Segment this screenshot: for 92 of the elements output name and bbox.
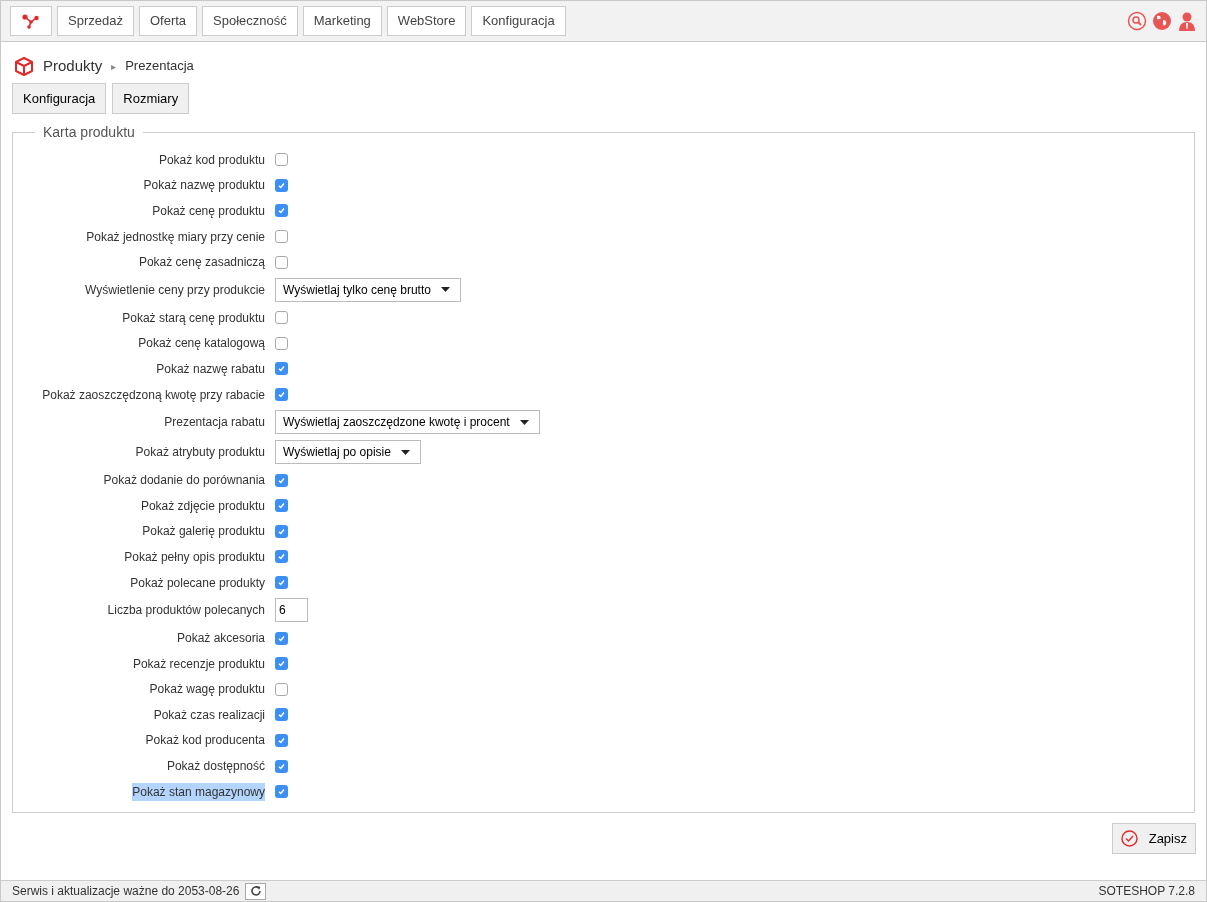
field-label: Pokaż nazwę rabatu [156, 360, 265, 378]
caret-icon [400, 449, 410, 455]
checkbox[interactable] [275, 657, 288, 671]
checkmark-icon [277, 526, 286, 536]
dropdown[interactable]: Wyświetlaj po opisie [275, 440, 421, 465]
checkbox[interactable] [275, 178, 288, 192]
checkmark-icon [277, 475, 286, 485]
dropdown[interactable]: Wyświetlaj zaoszczędzone kwotę i procent [275, 410, 540, 435]
field-label: Pokaż dodanie do porównania [103, 472, 265, 490]
checkbox[interactable] [275, 311, 288, 325]
checkbox[interactable] [275, 631, 288, 645]
user-icon[interactable] [1177, 11, 1197, 31]
checkbox[interactable] [275, 255, 288, 269]
field-label: Pokaż kod producenta [145, 732, 265, 750]
checkbox[interactable] [275, 153, 288, 167]
field-label: Pokaż stan magazynowy [132, 782, 265, 801]
subtab-button[interactable]: Konfiguracja [12, 83, 107, 114]
globe-icon[interactable] [1152, 11, 1172, 31]
cube-icon [14, 55, 34, 77]
field-label: Pokaż akcesoria [176, 630, 265, 648]
nav-tab[interactable]: Konfiguracja [471, 6, 566, 36]
checkbox[interactable] [275, 336, 288, 350]
checkmark-icon [277, 659, 286, 669]
checkbox[interactable] [275, 499, 288, 513]
checkbox[interactable] [275, 204, 288, 218]
checkbox[interactable] [275, 550, 288, 564]
checkmark-icon [277, 390, 286, 400]
refresh-icon [249, 885, 262, 897]
field-label: Pokaż zdjęcie produktu [140, 497, 265, 515]
checkbox[interactable] [275, 473, 288, 487]
field-label: Pokaż recenzje produktu [132, 655, 265, 673]
breadcrumb-separator: ▸ [111, 59, 117, 74]
save-button[interactable]: Zapisz [1111, 823, 1196, 855]
field-label: Pokaż nazwę produktu [143, 177, 265, 195]
field-label: Pokaż cenę zasadniczą [138, 254, 265, 272]
checkmark-icon [277, 736, 286, 745]
checkmark-icon [277, 180, 286, 190]
search-icon[interactable] [1127, 11, 1147, 31]
caret-icon [440, 287, 450, 293]
field-label: Pokaż kod produktu [158, 151, 265, 169]
field-label: Pokaż atrybuty produktu [135, 444, 265, 462]
field-label: Pokaż czas realizacji [153, 706, 265, 724]
checkmark-icon [277, 633, 286, 643]
field-label: Pokaż cenę katalogową [138, 335, 265, 353]
breadcrumb-page: Prezentacja [125, 57, 194, 76]
number-field[interactable]: 6 [275, 598, 308, 623]
field-label: Pokaż galerię produktu [142, 523, 265, 541]
checkbox[interactable] [275, 785, 288, 799]
checkbox[interactable] [275, 230, 288, 244]
checkmark-icon [277, 501, 286, 511]
field-label: Prezentacja rabatu [164, 414, 265, 432]
breadcrumb-section[interactable]: Produkty [43, 54, 103, 78]
checkmark-icon [277, 787, 286, 797]
checkbox[interactable] [275, 759, 288, 773]
field-label: Pokaż starą cenę produktu [122, 309, 265, 327]
checkbox[interactable] [275, 388, 288, 402]
field-label: Liczba produktów polecanych [107, 602, 265, 620]
nav-tab[interactable]: Marketing [302, 6, 382, 36]
checkmark-icon [277, 761, 286, 771]
logo-button[interactable] [10, 6, 52, 36]
dropdown[interactable]: Wyświetlaj tylko cenę brutto [275, 277, 461, 302]
checkmark-icon [277, 710, 286, 720]
checkbox[interactable] [275, 576, 288, 589]
checkmark-icon [277, 206, 286, 216]
checkmark-icon [277, 364, 286, 374]
version-text: SOTESHOP 7.2.8 [1098, 883, 1195, 900]
caret-icon [519, 419, 529, 425]
field-label: Wyświetlenie ceny przy produkcie [85, 281, 265, 299]
subtab-button[interactable]: Rozmiary [112, 83, 190, 114]
field-label: Pokaż pełny opis produktu [124, 548, 265, 566]
panel-legend: Karta produktu [35, 122, 143, 143]
checkbox[interactable] [275, 682, 288, 696]
field-label: Pokaż zaoszczędzoną kwotę przy rabacie [42, 386, 265, 404]
field-label: Pokaż jednostkę miary przy cenie [86, 228, 265, 246]
logo-icon [22, 13, 40, 29]
checkbox[interactable] [275, 734, 288, 747]
checkmark-icon [277, 578, 286, 587]
checkbox[interactable] [275, 524, 288, 538]
nav-tab[interactable]: Oferta [138, 6, 198, 36]
license-text: Serwis i aktualizacje ważne do 2053-08-26 [12, 883, 240, 900]
field-label: Pokaż wagę produktu [149, 681, 265, 699]
field-label: Pokaż cenę produktu [152, 203, 265, 220]
nav-tab[interactable]: Społeczność [202, 6, 298, 36]
field-label: Pokaż dostępność [166, 758, 265, 776]
checkbox[interactable] [275, 362, 288, 376]
nav-tab[interactable]: WebStore [386, 6, 467, 36]
checkbox[interactable] [275, 708, 288, 722]
checkmark-icon [277, 552, 286, 562]
nav-tab[interactable]: Sprzedaż [57, 6, 134, 36]
refresh-button[interactable] [245, 882, 267, 900]
field-label: Pokaż polecane produkty [130, 574, 265, 592]
check-circle-icon [1120, 830, 1138, 848]
